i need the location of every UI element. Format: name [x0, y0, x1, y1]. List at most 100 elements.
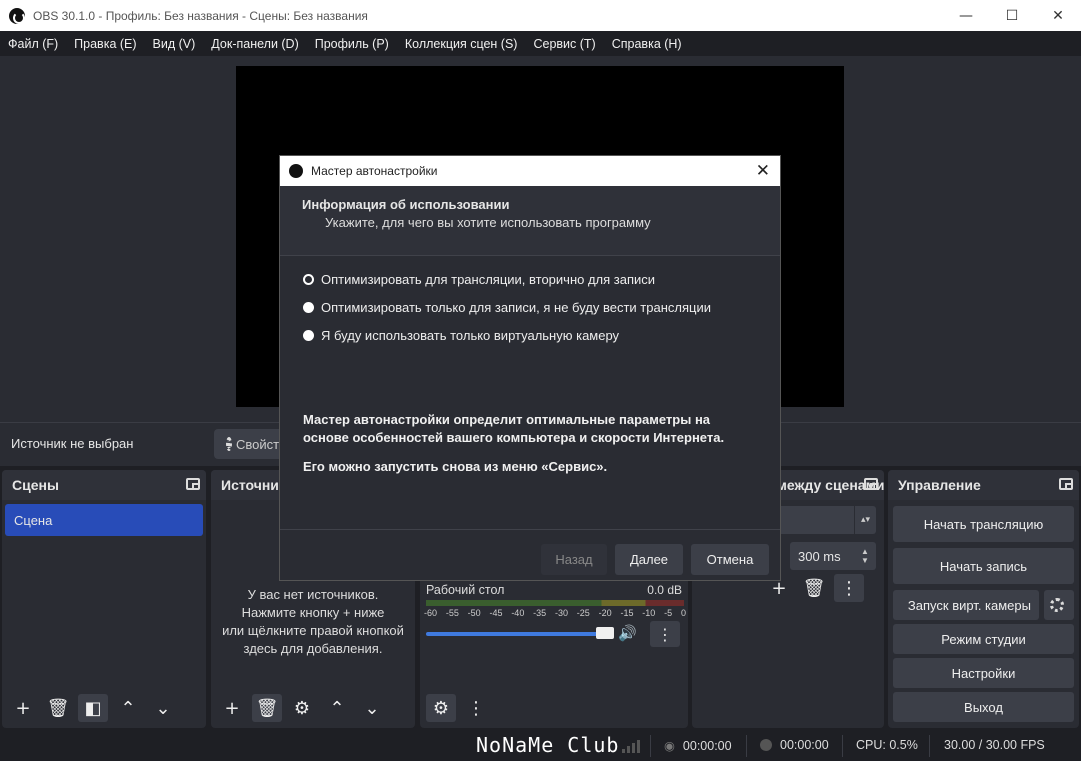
advanced-audio-icon[interactable]: ⚙ [426, 694, 456, 722]
virtual-camera-settings-button[interactable] [1044, 590, 1074, 620]
no-sources-hint: У вас нет источников. Нажмите кнопку + н… [211, 586, 415, 658]
dialog-footer: Назад Далее Отмена [280, 529, 780, 581]
menu-edit[interactable]: Правка (E) [66, 37, 144, 51]
gear-icon [226, 437, 232, 451]
chevron-updown-icon: ▴▾ [854, 506, 876, 534]
radio-option-stream[interactable]: Оптимизировать для трансляции, вторично … [303, 272, 655, 287]
dialog-close-icon[interactable]: ✕ [756, 161, 770, 181]
radio-label: Я буду использовать только виртуальную к… [321, 328, 620, 343]
undock-icon[interactable] [1059, 478, 1073, 490]
move-up-icon[interactable]: ⌃ [322, 694, 352, 722]
start-stream-button[interactable]: Начать трансляцию [893, 506, 1074, 542]
radio-checked-icon[interactable] [303, 274, 314, 285]
meter-tick: -25 [576, 608, 590, 618]
menu-help[interactable]: Справка (H) [604, 37, 690, 51]
studio-mode-button[interactable]: Режим студии [893, 624, 1074, 654]
meter-tick: -10 [642, 608, 656, 618]
hint-line: или щёлкните правой кнопкой [222, 623, 404, 638]
radio-label: Оптимизировать для трансляции, вторично … [321, 272, 656, 287]
remove-scene-icon[interactable]: 🗑 [43, 694, 73, 722]
move-down-icon[interactable]: ⌄ [357, 694, 387, 722]
menu-scene-collection[interactable]: Коллекция сцен (S) [397, 37, 526, 51]
menu-docks[interactable]: Док-панели (D) [203, 37, 306, 51]
remove-transition-icon[interactable]: 🗑 [799, 574, 829, 602]
maximize-button[interactable]: ☐ [989, 0, 1035, 31]
network-signal-icon [622, 739, 640, 753]
menu-profile[interactable]: Профиль (P) [307, 37, 397, 51]
scenes-dock: Сцены Сцена + 🗑 ◧ ⌃ ⌄ [2, 470, 206, 728]
dialog-titlebar: Мастер автонастройки ✕ [280, 156, 780, 186]
move-down-icon[interactable]: ⌄ [148, 694, 178, 722]
minimize-button[interactable]: — [943, 0, 989, 31]
menu-view[interactable]: Вид (V) [145, 37, 204, 51]
radio-option-record[interactable]: Оптимизировать только для записи, я не б… [303, 300, 711, 315]
stream-time: 00:00:00 [682, 738, 732, 753]
volume-slider[interactable] [426, 632, 608, 636]
record-icon [760, 739, 772, 751]
menu-tools[interactable]: Сервис (T) [525, 37, 603, 51]
cancel-button[interactable]: Отмена [691, 544, 769, 575]
scenes-dock-header: Сцены [2, 470, 206, 500]
meter-tick: -50 [467, 608, 481, 618]
exit-button[interactable]: Выход [893, 692, 1074, 722]
window-titlebar: OBS 30.1.0 - Профиль: Без названия - Сце… [0, 0, 1081, 31]
radio-icon[interactable] [303, 302, 314, 313]
virtual-camera-button[interactable]: Запуск вирт. камеры [893, 590, 1039, 620]
mixer-menu-icon[interactable]: ⋮ [461, 694, 491, 722]
hint-line: здесь для добавления. [243, 641, 383, 656]
meter-tick: -35 [533, 608, 547, 618]
remove-source-icon[interactable]: 🗑 [252, 694, 282, 722]
record-status: 00:00:00 [760, 738, 829, 752]
add-scene-icon[interactable]: + [8, 694, 38, 722]
scene-item[interactable]: Сцена [5, 504, 203, 536]
properties-button[interactable]: Свойства [214, 429, 284, 459]
watermark-logo: NoNaMe Club [476, 733, 620, 757]
settings-button[interactable]: Настройки [893, 658, 1074, 688]
channel-menu-icon[interactable]: ⋮ [650, 621, 680, 647]
meter-tick: -45 [489, 608, 503, 618]
controls-dock: Управление Начать трансляцию Начать запи… [888, 470, 1079, 728]
radio-option-virtualcam[interactable]: Я буду использовать только виртуальную к… [303, 328, 619, 343]
add-source-icon[interactable]: + [217, 694, 247, 722]
volume-slider-handle[interactable] [596, 627, 614, 639]
volume-meter [426, 600, 684, 606]
undock-icon[interactable] [864, 478, 878, 490]
duration-stepper-icon[interactable]: ▲ ▼ [854, 542, 876, 570]
back-button[interactable]: Назад [541, 544, 607, 575]
start-record-button[interactable]: Начать запись [893, 548, 1074, 584]
hint-line: Нажмите кнопку + ниже [241, 605, 385, 620]
scene-item-label: Сцена [14, 512, 53, 528]
speaker-icon[interactable]: 🔊 [618, 624, 637, 642]
meter-tick: -15 [620, 608, 634, 618]
meter-tick: -20 [598, 608, 612, 618]
close-window-button[interactable]: ✕ [1035, 0, 1081, 31]
auto-config-wizard-dialog: Мастер автонастройки ✕ Информация об исп… [279, 155, 781, 581]
audio-channel-name: Рабочий стол [426, 583, 505, 597]
menu-file[interactable]: Файл (F) [0, 37, 66, 51]
fps-readout: 30.00 / 30.00 FPS [944, 738, 1045, 752]
duration-input[interactable]: 300 ms ▲ ▼ [790, 542, 876, 570]
scene-filters-icon[interactable]: ◧ [78, 694, 108, 722]
dialog-title: Мастер автонастройки [311, 164, 438, 178]
controls-dock-title: Управление [898, 477, 981, 493]
undock-icon[interactable] [186, 478, 200, 490]
cpu-usage: CPU: 0.5% [856, 738, 918, 752]
meter-ticks: -60 -55 -50 -45 -40 -35 -30 -25 -20 -15 … [424, 608, 686, 618]
move-up-icon[interactable]: ⌃ [113, 694, 143, 722]
source-settings-icon[interactable]: ⚙ [287, 694, 317, 722]
audio-channel-db: 0.0 dB [647, 583, 682, 597]
no-source-label: Источник не выбран [11, 436, 134, 451]
transition-menu-icon[interactable]: ⋮ [834, 574, 864, 602]
stream-icon: ◉ [664, 739, 675, 753]
meter-tick: -60 [424, 608, 438, 618]
properties-label: Свойства [236, 436, 284, 452]
hint-line: У вас нет источников. [247, 587, 379, 602]
next-button[interactable]: Далее [615, 544, 683, 575]
radio-icon[interactable] [303, 330, 314, 341]
menu-bar: Файл (F) Правка (E) Вид (V) Док-панели (… [0, 31, 1081, 56]
info-line: Мастер автонастройки определит оптимальн… [303, 412, 711, 427]
controls-dock-header: Управление [888, 470, 1079, 500]
duration-value: 300 ms [798, 548, 841, 564]
obs-logo-icon [289, 164, 303, 178]
meter-tick: -30 [554, 608, 568, 618]
